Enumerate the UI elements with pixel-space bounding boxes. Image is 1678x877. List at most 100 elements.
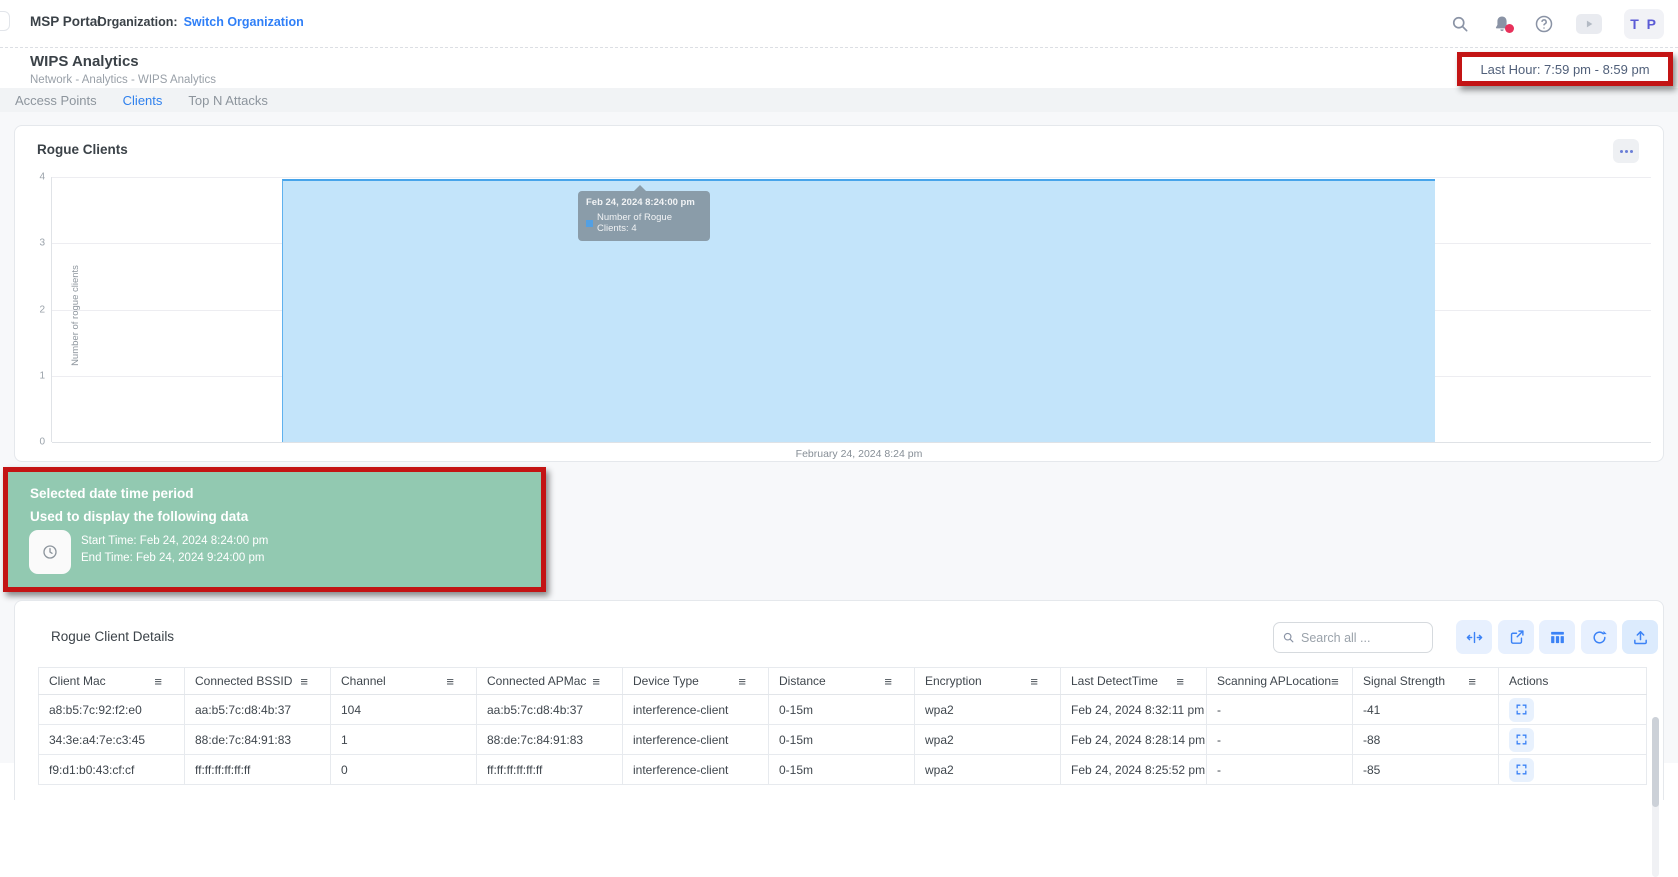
time-range-selector[interactable]: Last Hour: 7:59 pm - 8:59 pm <box>1457 52 1673 86</box>
cell-encryption: wpa2 <box>915 725 1061 755</box>
table-row[interactable]: 34:3e:a4:7e:c3:45 88:de:7c:84:91:83 1 88… <box>39 725 1647 755</box>
y-tick-2: 2 <box>39 304 45 315</box>
y-tick-3: 3 <box>39 238 45 249</box>
cell-connected-apmac: 88:de:7c:84:91:83 <box>477 725 623 755</box>
tab-top-n-attacks[interactable]: Top N Attacks <box>188 93 267 108</box>
upload-icon <box>1632 629 1649 646</box>
cell-client-mac: a8:b5:7c:92:f2:e0 <box>39 695 185 725</box>
col-channel: Channel <box>341 674 386 688</box>
cell-connected-bssid: 88:de:7c:84:91:83 <box>185 725 331 755</box>
help-icon[interactable] <box>1534 14 1554 34</box>
table-row[interactable]: f9:d1:b0:43:cf:cf ff:ff:ff:ff:ff:ff 0 ff… <box>39 755 1647 785</box>
col-client-mac: Client Mac <box>49 674 106 688</box>
cell-encryption: wpa2 <box>915 755 1061 785</box>
callout-start-time: Start Time: Feb 24, 2024 8:24:00 pm <box>81 535 268 547</box>
user-avatar[interactable]: T P <box>1624 9 1664 39</box>
walkthrough-play-icon[interactable] <box>1576 14 1602 34</box>
cell-client-mac: 34:3e:a4:7e:c3:45 <box>39 725 185 755</box>
col-last-detecttime: Last DetectTime <box>1071 674 1158 688</box>
chart-title: Rogue Clients <box>37 142 128 157</box>
notifications-bell-icon[interactable] <box>1492 14 1512 34</box>
y-tick-0: 0 <box>39 437 45 448</box>
chart-more-options-icon[interactable] <box>1613 139 1639 163</box>
tab-bar: Access Points Clients Top N Attacks <box>0 88 1678 112</box>
organization-switcher: Organization: Switch Organization <box>97 15 304 29</box>
breadcrumb: Network - Analytics - WIPS Analytics <box>30 74 216 86</box>
cell-signal-strength: -41 <box>1353 695 1499 725</box>
col-actions: Actions <box>1509 674 1548 688</box>
cell-device-type: interference-client <box>623 755 769 785</box>
column-menu-icon[interactable]: ≡ <box>1331 675 1339 688</box>
y-tick-4: 4 <box>39 172 45 183</box>
organization-label: Organization: <box>97 15 178 29</box>
expand-row-button[interactable] <box>1509 728 1534 752</box>
cell-device-type: interference-client <box>623 725 769 755</box>
rogue-clients-chart[interactable]: Number of rogue clients 4 3 2 1 0 Feb 24… <box>51 177 1651 442</box>
cell-last-detecttime: Feb 24, 2024 8:32:11 pm <box>1061 695 1207 725</box>
search-icon[interactable] <box>1450 14 1470 34</box>
column-menu-icon[interactable]: ≡ <box>592 675 600 688</box>
cell-distance: 0-15m <box>769 695 915 725</box>
topbar-icons: T P <box>1450 0 1664 48</box>
tab-access-points[interactable]: Access Points <box>15 93 97 108</box>
page-title: WIPS Analytics <box>30 53 139 70</box>
table-row[interactable]: a8:b5:7c:92:f2:e0 aa:b5:7c:d8:4b:37 104 … <box>39 695 1647 725</box>
search-input[interactable] <box>1301 631 1424 645</box>
app-title: MSP Portal <box>30 14 101 29</box>
expand-corners-icon <box>1515 733 1528 746</box>
refresh-icon <box>1591 629 1608 646</box>
column-menu-icon[interactable]: ≡ <box>300 675 308 688</box>
column-menu-icon[interactable]: ≡ <box>1468 675 1476 688</box>
column-menu-icon[interactable]: ≡ <box>738 675 746 688</box>
rogue-clients-chart-card: Rogue Clients Number of rogue clients 4 … <box>14 125 1664 462</box>
edit-table-button[interactable] <box>1498 620 1534 654</box>
rogue-client-details-card: Rogue Client Details <box>14 600 1664 800</box>
tab-clients[interactable]: Clients <box>123 93 163 108</box>
cell-connected-apmac: aa:b5:7c:d8:4b:37 <box>477 695 623 725</box>
column-menu-icon[interactable]: ≡ <box>1176 675 1184 688</box>
edit-icon <box>1508 629 1525 646</box>
expand-row-button[interactable] <box>1509 698 1534 722</box>
rogue-clients-area-series[interactable] <box>282 179 1435 442</box>
cell-connected-apmac: ff:ff:ff:ff:ff:ff <box>477 755 623 785</box>
cell-encryption: wpa2 <box>915 695 1061 725</box>
cell-scanning-aplocation: - <box>1207 695 1353 725</box>
selected-period-callout: Selected date time period Used to displa… <box>3 467 546 592</box>
cell-last-detecttime: Feb 24, 2024 8:28:14 pm <box>1061 725 1207 755</box>
col-connected-bssid: Connected BSSID <box>195 674 292 688</box>
series-color-swatch <box>586 220 593 227</box>
manage-columns-button[interactable] <box>1539 620 1575 654</box>
export-button[interactable] <box>1622 620 1658 654</box>
cell-signal-strength: -85 <box>1353 755 1499 785</box>
tooltip-value: Number of Rogue Clients: 4 <box>597 212 702 234</box>
col-encryption: Encryption <box>925 674 982 688</box>
column-menu-icon[interactable]: ≡ <box>446 675 454 688</box>
cell-scanning-aplocation: - <box>1207 755 1353 785</box>
cell-channel: 104 <box>331 695 477 725</box>
cell-channel: 0 <box>331 755 477 785</box>
cell-connected-bssid: aa:b5:7c:d8:4b:37 <box>185 695 331 725</box>
cell-signal-strength: -88 <box>1353 725 1499 755</box>
organization-link[interactable]: Switch Organization <box>184 15 304 29</box>
sidebar-toggle[interactable] <box>0 11 10 31</box>
col-device-type: Device Type <box>633 674 699 688</box>
refresh-button[interactable] <box>1581 620 1617 654</box>
table-search[interactable] <box>1273 622 1433 653</box>
column-menu-icon[interactable]: ≡ <box>884 675 892 688</box>
cell-distance: 0-15m <box>769 755 915 785</box>
expand-row-button[interactable] <box>1509 758 1534 782</box>
tooltip-timestamp: Feb 24, 2024 8:24:00 pm <box>586 197 702 208</box>
page-header: WIPS Analytics Network - Analytics - WIP… <box>0 48 1678 88</box>
search-icon <box>1282 631 1295 644</box>
table-scrollbar[interactable] <box>1652 717 1659 877</box>
column-menu-icon[interactable]: ≡ <box>1030 675 1038 688</box>
column-menu-icon[interactable]: ≡ <box>154 675 162 688</box>
y-axis-label: Number of rogue clients <box>70 265 81 366</box>
fit-columns-button[interactable] <box>1456 620 1492 654</box>
col-signal-strength: Signal Strength <box>1363 674 1445 688</box>
cell-connected-bssid: ff:ff:ff:ff:ff:ff <box>185 755 331 785</box>
content-area: Rogue Clients Number of rogue clients 4 … <box>0 112 1678 763</box>
clock-icon <box>29 530 71 574</box>
callout-end-time: End Time: Feb 24, 2024 9:24:00 pm <box>81 552 264 564</box>
columns-icon <box>1549 629 1566 646</box>
